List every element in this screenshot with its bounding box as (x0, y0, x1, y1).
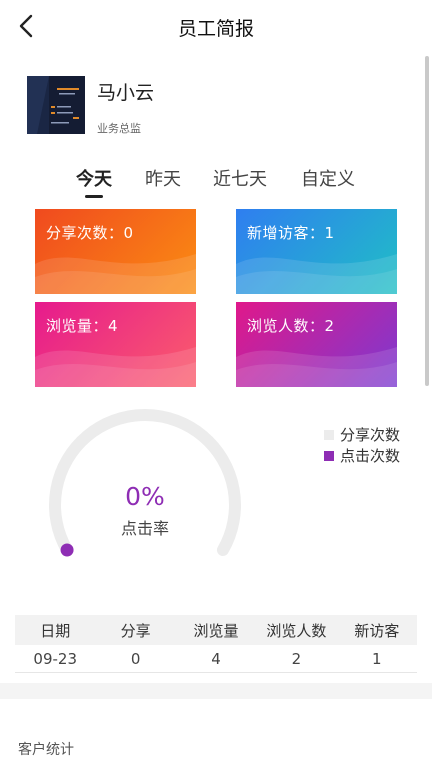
share-count-label: 分享次数：0 (46, 224, 134, 242)
profile-section: 马小云 业务总监 (27, 76, 387, 136)
table-cell: 0 (130, 649, 141, 668)
unique-viewers-card[interactable]: 浏览人数：2 (236, 302, 397, 387)
tab-yesterday[interactable]: 昨天 (145, 165, 181, 191)
tab-last-seven-days[interactable]: 近七天 (213, 165, 267, 191)
section-divider (0, 683, 432, 699)
customer-stats-title: 客户统计 (18, 742, 74, 758)
user-name: 马小云 (97, 82, 155, 104)
business-card-image (27, 76, 85, 134)
date-range-tabs: 今天 昨天 近七天 自定义 (0, 165, 432, 198)
active-tab-indicator (85, 195, 103, 198)
new-visitors-card[interactable]: 新增访客：1 (236, 209, 397, 294)
legend-swatch (324, 429, 334, 440)
daily-stats-table: 日期 分享 浏览量 浏览人数 新访客 09-23 0 4 2 1 (15, 615, 417, 673)
legend-item-clicks: 点击次数 (324, 445, 400, 466)
click-rate-gauge: 0% 点击率 (40, 405, 250, 585)
table-cell: 1 (372, 649, 382, 668)
table-row: 09-23 0 4 2 1 (15, 645, 417, 673)
column-header: 浏览量 (193, 621, 239, 640)
page-views-label: 浏览量：4 (46, 317, 119, 335)
new-visitors-label: 新增访客：1 (247, 224, 335, 242)
share-count-card[interactable]: 分享次数：0 (35, 209, 196, 294)
user-role: 业务总监 (97, 122, 141, 135)
unique-viewers-label: 浏览人数：2 (247, 317, 335, 335)
table-cell: 4 (211, 649, 221, 668)
legend-item-shares: 分享次数 (324, 424, 400, 445)
table-header-row: 日期 分享 浏览量 浏览人数 新访客 (15, 615, 417, 645)
table-cell: 09-23 (33, 649, 77, 668)
top-bar: 员工简报 (0, 0, 432, 52)
legend-label: 分享次数 (340, 426, 401, 444)
column-header: 分享 (120, 621, 151, 640)
click-rate-value: 0% (125, 482, 165, 511)
tab-custom[interactable]: 自定义 (301, 165, 355, 191)
avatar (27, 76, 85, 134)
scrollbar[interactable] (425, 56, 429, 386)
gauge-dot (60, 543, 74, 557)
tab-today[interactable]: 今天 (76, 165, 112, 191)
legend-swatch (324, 450, 334, 461)
column-header: 浏览人数 (266, 621, 327, 640)
page-title: 员工简报 (177, 18, 254, 40)
click-rate-label: 点击率 (120, 519, 169, 538)
column-header: 日期 (40, 621, 71, 640)
column-header: 新访客 (354, 621, 400, 640)
table-cell: 2 (291, 649, 302, 668)
gauge-legend: 分享次数 点击次数 (324, 424, 400, 466)
page-views-card[interactable]: 浏览量：4 (35, 302, 196, 387)
legend-label: 点击次数 (340, 447, 401, 465)
